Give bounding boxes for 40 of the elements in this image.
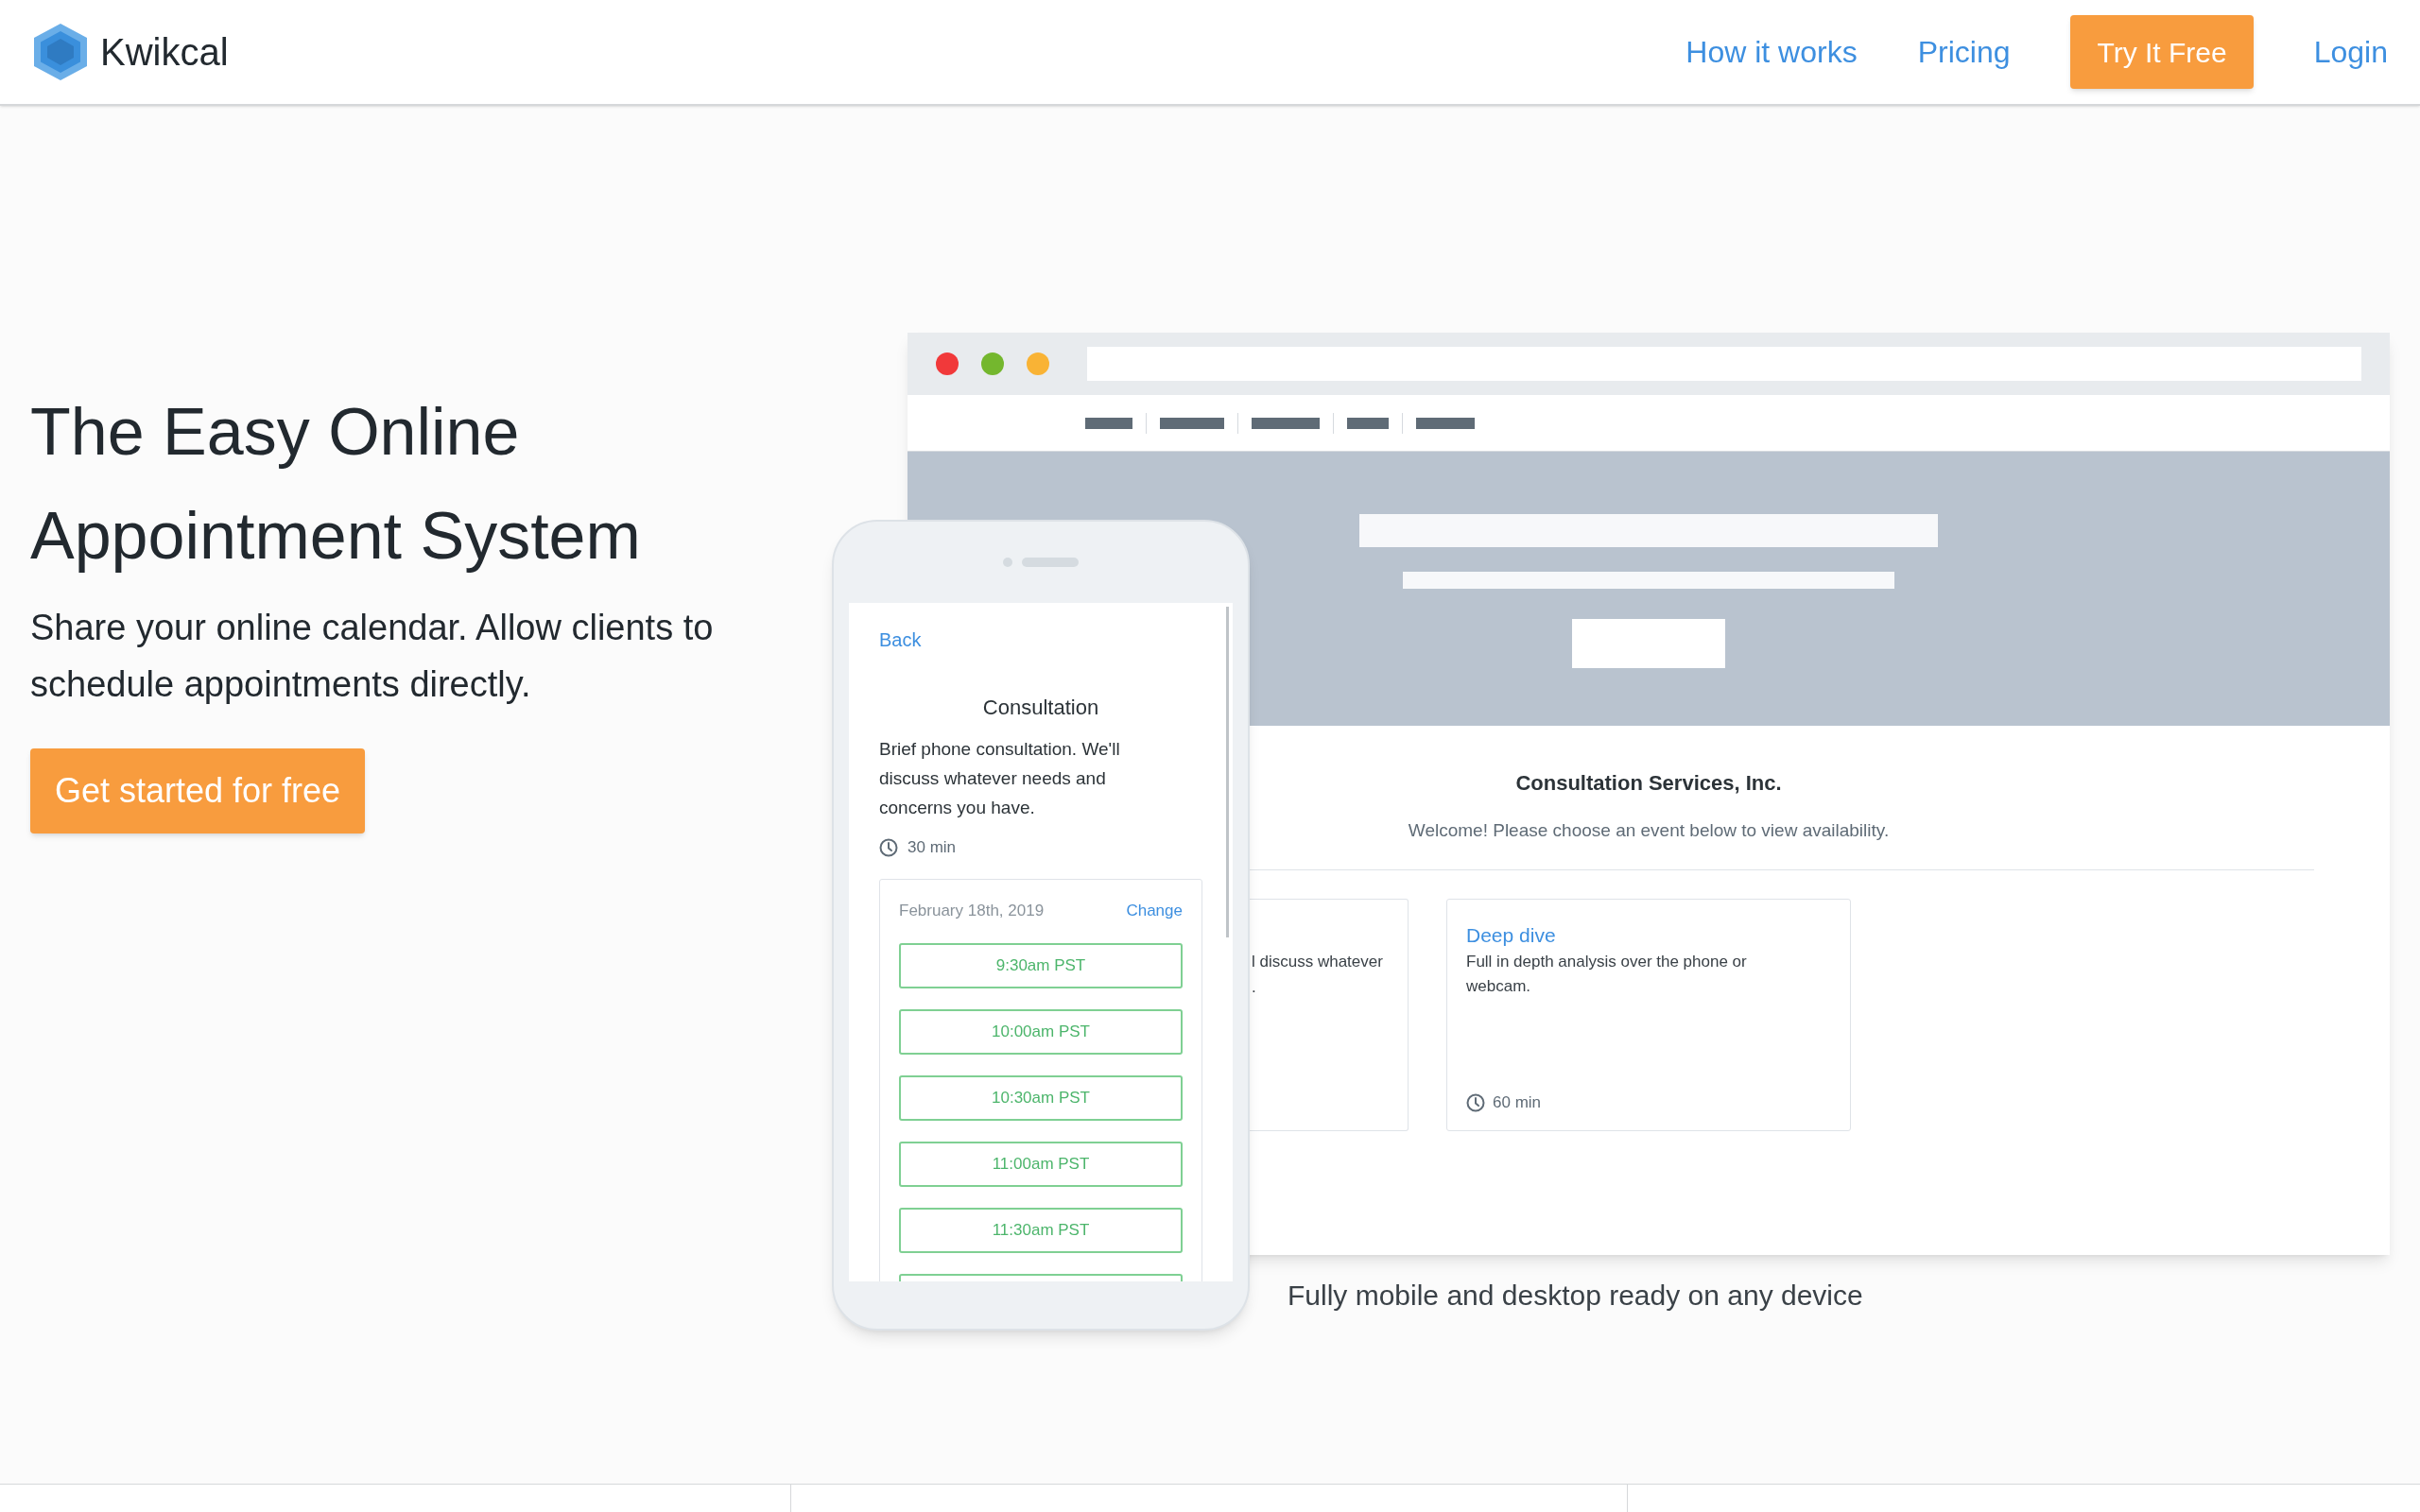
event-title: Deep dive	[1466, 922, 1557, 948]
change-date-link[interactable]: Change	[1126, 898, 1183, 922]
devices-caption: Fully mobile and desktop ready on any device	[1288, 1279, 1863, 1313]
menu-placeholder-bar	[1085, 417, 1132, 429]
event-card[interactable]: l discuss whatever .	[1250, 898, 1409, 1131]
hero-title: Appointment System	[30, 498, 642, 575]
nav-link[interactable]: How it works	[1685, 29, 1858, 75]
menu-placeholder-bar	[1416, 417, 1475, 429]
menu-placeholder-bar	[1347, 417, 1389, 429]
time-slot-button[interactable]: 11:30am PST	[899, 1208, 1183, 1253]
company-name: Consultation Services, Inc.	[1515, 770, 1782, 797]
time-slot-button[interactable]: 10:00am PST	[899, 1009, 1183, 1055]
hexagon-logo-icon	[32, 23, 89, 81]
clock-icon	[1466, 1092, 1485, 1112]
try-free-button[interactable]: Try It Free	[2070, 15, 2254, 89]
event-description: Full in depth analysis over the phone or webcam.	[1466, 952, 1748, 997]
hero-title: The Easy Online	[30, 394, 521, 471]
event-description: .	[1252, 976, 1257, 998]
selected-date: February 18th, 2019	[899, 900, 1045, 921]
nav-link[interactable]: Login	[2313, 29, 2388, 75]
welcome-text: Welcome! Please choose an event below to view availability.	[1408, 819, 1890, 842]
phone-speaker	[1022, 558, 1079, 567]
event-description: l discuss whatever	[1252, 951, 1384, 972]
event-title: Consultation	[982, 695, 1099, 721]
get-started-button[interactable]: Get started for free	[30, 748, 366, 833]
menu-placeholder-bar	[1252, 417, 1320, 429]
event-duration: 60 min	[1493, 1092, 1542, 1113]
event-description: Brief phone consultation. We'll discuss whatever needs and concerns you have.	[879, 738, 1121, 819]
menu-placeholder-bar	[1160, 417, 1224, 429]
back-link[interactable]: Back	[879, 626, 922, 654]
nav-link[interactable]: Pricing	[1917, 29, 2011, 75]
brand-name[interactable]: Kwikcal	[100, 24, 229, 80]
event-card[interactable]: Deep dive Full in depth analysis over the phone or webcam. 60 min	[1446, 898, 1851, 1131]
hero-subtitle: Share your online calendar. Allow clients to schedule appointments directly.	[30, 607, 715, 706]
time-slot-button[interactable]: 11:00am PST	[899, 1142, 1183, 1187]
phone-camera-icon	[1003, 558, 1012, 567]
event-duration: 30 min	[908, 837, 957, 858]
time-slot-button[interactable]: 10:30am PST	[899, 1075, 1183, 1121]
clock-icon	[879, 837, 898, 857]
time-slot-button[interactable]: 9:30am PST	[899, 943, 1183, 988]
